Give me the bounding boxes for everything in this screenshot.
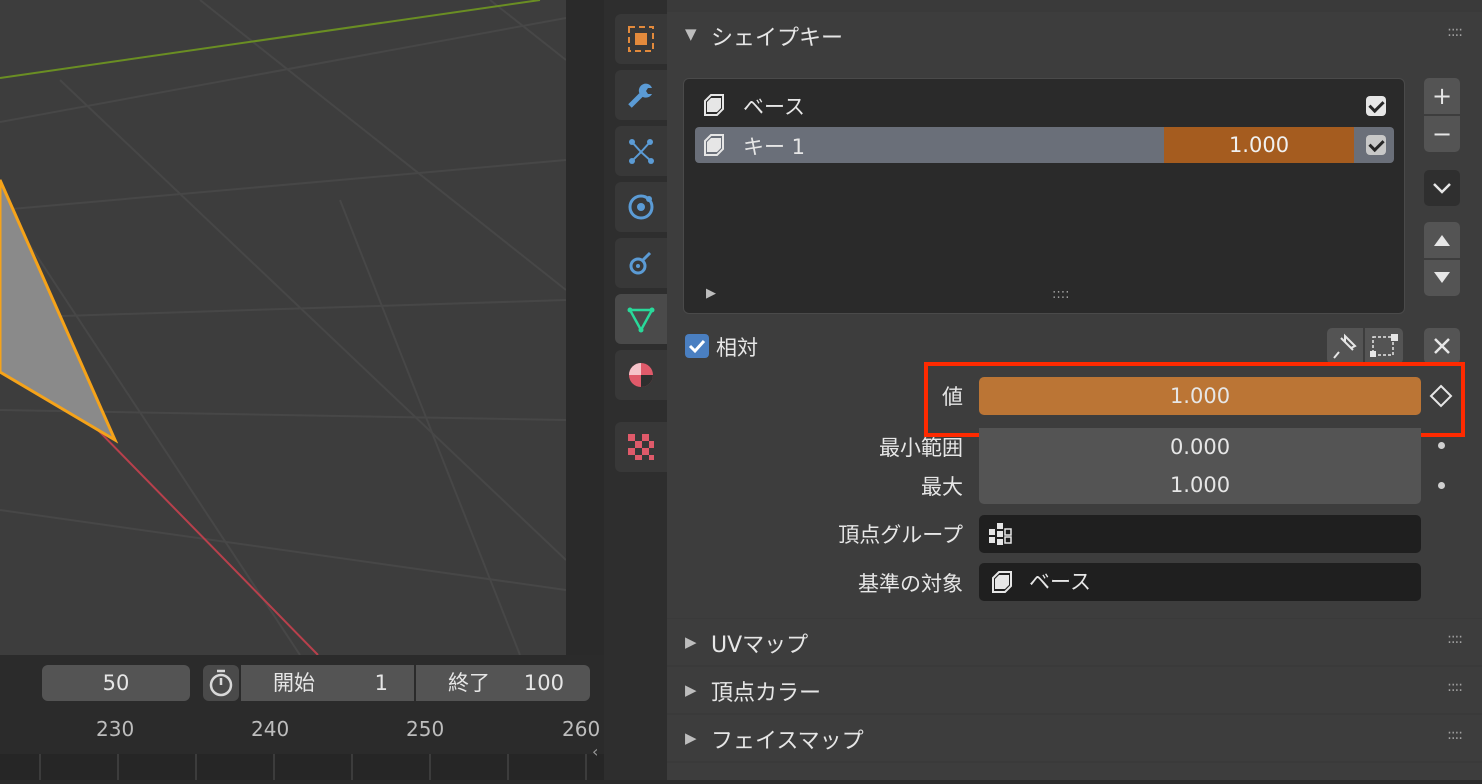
- shape-key-icon: [704, 94, 724, 116]
- start-label: 開始: [273, 671, 315, 695]
- end-frame-field[interactable]: 終了 100: [416, 665, 590, 701]
- relative-checkbox[interactable]: [685, 334, 709, 358]
- ruler-number: 250: [406, 717, 445, 741]
- checkmark-icon: [688, 339, 706, 354]
- collapsed-arrow-icon: ▶: [685, 681, 697, 699]
- drag-grip-icon[interactable]: ::::: [1447, 679, 1463, 695]
- current-frame-field[interactable]: 50: [42, 665, 190, 701]
- wrench-icon: [628, 83, 652, 108]
- particles-icon: [629, 139, 654, 164]
- selected-mesh: [0, 179, 119, 444]
- constraints-tab[interactable]: [615, 238, 667, 288]
- texture-icon: [628, 434, 654, 460]
- drag-grip-icon[interactable]: ::::: [1447, 727, 1463, 743]
- shape-key-icon: [704, 134, 724, 156]
- texture-tab[interactable]: [615, 422, 667, 472]
- shape-key-mute-checkbox[interactable]: [1366, 135, 1386, 155]
- end-value: 100: [523, 671, 564, 695]
- range-min-field[interactable]: 0.000: [979, 428, 1421, 466]
- properties-tabs: [604, 0, 667, 780]
- specials-menu-button[interactable]: [1424, 170, 1460, 206]
- collapsed-arrow-icon: ▶: [685, 633, 697, 651]
- ruler-number: 230: [96, 717, 135, 741]
- object-icon: [628, 26, 654, 52]
- stopwatch-icon[interactable]: [203, 665, 239, 701]
- edit-mode-icon: [1370, 334, 1398, 357]
- highlight-box: [924, 362, 1465, 437]
- material-tab[interactable]: [615, 350, 667, 400]
- triangle-up-icon: [1434, 235, 1450, 246]
- range-max-field[interactable]: 1.000: [979, 466, 1421, 504]
- mesh-data-icon: [627, 307, 655, 333]
- collapse-arrow-icon[interactable]: ‹: [592, 742, 598, 761]
- panel-title: 頂点カラー: [711, 681, 822, 706]
- add-shape-key-button[interactable]: +: [1424, 78, 1460, 114]
- constraint-icon: [629, 251, 652, 275]
- drag-grip-icon[interactable]: ::::: [1447, 24, 1463, 40]
- drag-grip-icon[interactable]: ::::: [1447, 631, 1463, 647]
- start-value: 1: [374, 671, 388, 695]
- object-tab[interactable]: [615, 14, 667, 64]
- vertex-group-icon: [989, 523, 1012, 545]
- physics-tab[interactable]: [615, 182, 667, 232]
- range-max-label: 最大: [921, 475, 963, 499]
- face-maps-panel-header[interactable]: ▶ フェイスマップ ::::: [667, 715, 1482, 761]
- timeline-ruler[interactable]: [0, 754, 604, 780]
- shape-key-name: キー 1: [743, 135, 806, 159]
- shape-key-value-field[interactable]: 1.000: [1164, 127, 1354, 163]
- collapsed-arrow-icon: ▶: [685, 729, 697, 747]
- vertex-group-field[interactable]: [979, 515, 1421, 553]
- modifier-tab[interactable]: [615, 70, 667, 120]
- material-icon: [629, 363, 653, 387]
- expanded-arrow-icon: ▼: [685, 25, 697, 43]
- next-panel-header[interactable]: [667, 763, 1482, 780]
- animate-dot-icon[interactable]: [1438, 482, 1445, 489]
- data-tab[interactable]: [615, 294, 667, 344]
- relative-to-field[interactable]: ベース: [979, 563, 1421, 601]
- particles-tab[interactable]: [615, 126, 667, 176]
- vertex-colors-panel-header[interactable]: ▶ 頂点カラー ::::: [667, 667, 1482, 713]
- uv-maps-panel-header[interactable]: ▶ UVマップ ::::: [667, 619, 1482, 665]
- clear-shape-keys-button[interactable]: [1424, 328, 1460, 364]
- shape-key-name: ベース: [743, 95, 805, 119]
- close-icon: [1434, 338, 1450, 354]
- pin-icon: [1333, 333, 1357, 359]
- end-label: 終了: [448, 671, 490, 695]
- shape-key-mute-checkbox[interactable]: [1366, 96, 1386, 116]
- 3d-viewport[interactable]: [0, 0, 566, 655]
- range-min-label: 最小範囲: [879, 436, 963, 460]
- relative-label: 相対: [716, 336, 758, 360]
- area-divider: [566, 0, 604, 655]
- edit-mode-toggle-button[interactable]: [1365, 328, 1403, 364]
- relative-to-value: ベース: [1029, 570, 1091, 594]
- chevron-down-icon: [1433, 183, 1451, 194]
- triangle-down-icon: [1434, 272, 1450, 283]
- panel-title: シェイプキー: [711, 26, 844, 51]
- viewport-scene: [0, 0, 566, 655]
- ruler-number: 260: [562, 717, 601, 741]
- physics-icon: [628, 194, 654, 220]
- move-up-button[interactable]: [1424, 222, 1460, 258]
- shape-key-icon: [992, 571, 1012, 593]
- list-filter-arrow-icon[interactable]: ▶: [706, 286, 716, 301]
- relative-to-label: 基準の対象: [858, 572, 963, 596]
- shape-keys-panel-header[interactable]: ▼ シェイプキー ::::: [667, 12, 1482, 58]
- start-frame-field[interactable]: 開始 1: [241, 665, 414, 701]
- animate-dot-icon[interactable]: [1438, 442, 1445, 449]
- shape-key-lock-button[interactable]: [1327, 328, 1363, 364]
- y-axis-line: [0, 0, 541, 79]
- vertex-group-label: 頂点グループ: [838, 523, 963, 547]
- remove-shape-key-button[interactable]: −: [1424, 116, 1460, 152]
- list-item-active[interactable]: キー 1 1.000: [695, 127, 1394, 163]
- move-down-button[interactable]: [1424, 260, 1460, 296]
- panel-title: フェイスマップ: [711, 729, 864, 754]
- list-resize-grip-icon[interactable]: ::::: [1052, 287, 1070, 302]
- ruler-number: 240: [251, 717, 290, 741]
- panel-title: UVマップ: [711, 633, 809, 658]
- list-item[interactable]: ベース: [695, 87, 1394, 123]
